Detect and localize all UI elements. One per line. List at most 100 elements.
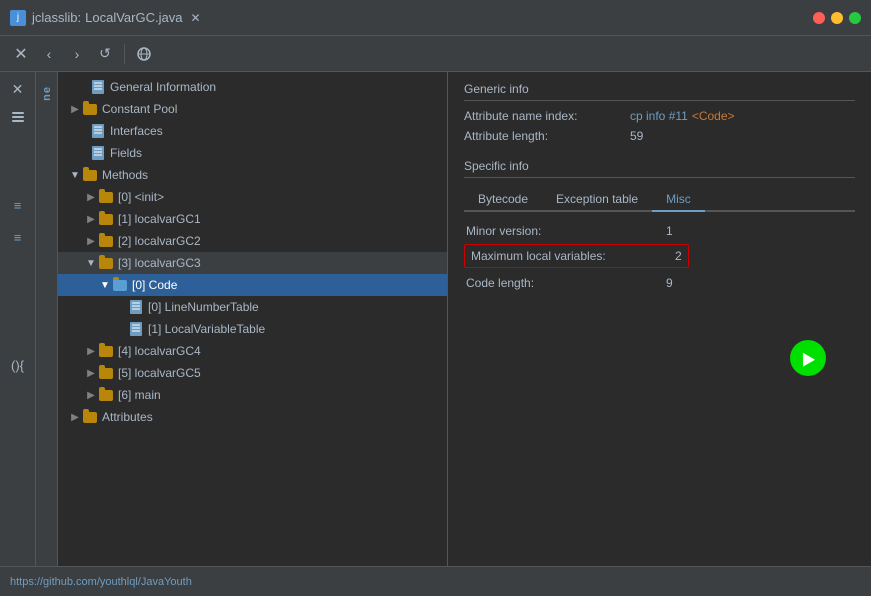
tree-icon-interfaces	[90, 124, 106, 138]
tree-icon-localvarGC1	[98, 212, 114, 226]
tree-label-attributes: Attributes	[102, 410, 153, 424]
cp-info-link[interactable]: cp info #11	[630, 109, 688, 123]
tree-arrow-localvarGC4: ▶	[84, 344, 98, 358]
tree-label-constant-pool: Constant Pool	[102, 102, 177, 116]
tree-icon-localvarGC2	[98, 234, 114, 248]
tree-item-localvarGC4[interactable]: ▶ [4] localvarGC4	[58, 340, 447, 362]
tree-item-localvarGC1[interactable]: ▶ [1] localvarGC1	[58, 208, 447, 230]
tree-item-general[interactable]: General Information	[58, 76, 447, 98]
code-length-label: Code length:	[466, 276, 666, 290]
tree-item-code[interactable]: ▼ [0] Code	[58, 274, 447, 296]
tree-arrow-general	[76, 80, 90, 94]
tree-label-fields: Fields	[110, 146, 142, 160]
attribute-length-value: 59	[630, 129, 643, 143]
attribute-name-label: Attribute name index:	[464, 109, 624, 123]
tree-label-localvarGC4: [4] localvarGC4	[118, 344, 201, 358]
tree-item-localvarGC3[interactable]: ▼ [3] localvarGC3	[58, 252, 447, 274]
tree-icon-general	[90, 80, 106, 94]
strip-lines-button[interactable]	[5, 104, 31, 130]
status-bar: https://github.com/youthlql/JavaYouth	[0, 566, 871, 596]
tree-icon-localvarGC4	[98, 344, 114, 358]
tree-label-methods: Methods	[102, 168, 148, 182]
window-close-btn[interactable]	[813, 12, 825, 24]
tab-misc[interactable]: Misc	[652, 188, 705, 212]
window-minimize-btn[interactable]	[831, 12, 843, 24]
code-length-row: Code length: 9	[464, 272, 855, 294]
right-panel: Generic info Attribute name index: cp in…	[448, 72, 871, 566]
tree-item-main[interactable]: ▶ [6] main	[58, 384, 447, 406]
attribute-length-row: Attribute length: 59	[464, 129, 855, 143]
app-name: jclasslib:	[32, 10, 81, 25]
tree-icon-fields	[90, 146, 106, 160]
tree-arrow-local-variable-table	[114, 322, 128, 336]
tree-icon-attributes	[82, 410, 98, 424]
tree-icon-methods	[82, 168, 98, 182]
tree-arrow-main: ▶	[84, 388, 98, 402]
tree-item-fields[interactable]: Fields	[58, 142, 447, 164]
tab-close-icon[interactable]: ✕	[190, 11, 200, 25]
strip-close-button[interactable]: ✕	[5, 76, 31, 102]
max-local-vars-label: Maximum local variables:	[471, 249, 671, 263]
minor-version-label: Minor version:	[466, 224, 666, 238]
tree-label-general: General Information	[110, 80, 216, 94]
tab-exception-table[interactable]: Exception table	[542, 188, 652, 212]
strip-bracket-button[interactable]: (){	[5, 352, 31, 378]
minor-version-row: Minor version: 1	[464, 220, 855, 242]
tree-item-init[interactable]: ▶ [0] <init>	[58, 186, 447, 208]
attribute-name-value: <Code>	[692, 109, 735, 123]
generic-info-title: Generic info	[464, 82, 855, 101]
strip-equals-button[interactable]: ≡	[5, 192, 31, 218]
tree-label-line-number-table: [0] LineNumberTable	[148, 300, 259, 314]
sidebar-accent: ne	[36, 72, 58, 566]
tree-arrow-localvarGC2: ▶	[84, 234, 98, 248]
tree-item-local-variable-table[interactable]: [1] LocalVariableTable	[58, 318, 447, 340]
tree-arrow-localvarGC1: ▶	[84, 212, 98, 226]
tree-label-interfaces: Interfaces	[110, 124, 163, 138]
tree-label-localvarGC2: [2] localvarGC2	[118, 234, 201, 248]
tree-item-localvarGC2[interactable]: ▶ [2] localvarGC2	[58, 230, 447, 252]
window-maximize-btn[interactable]	[849, 12, 861, 24]
tree-icon-local-variable-table	[128, 322, 144, 336]
tab-bytecode[interactable]: Bytecode	[464, 188, 542, 212]
tree-arrow-localvarGC3: ▼	[84, 256, 98, 270]
left-strip: ✕ ≡ ≡ (){	[0, 72, 36, 566]
tree-label-localvarGC3: [3] localvarGC3	[118, 256, 201, 270]
tree-item-methods[interactable]: ▼ Methods	[58, 164, 447, 186]
tree-item-constant-pool[interactable]: ▶ Constant Pool	[58, 98, 447, 120]
toolbar-globe-button[interactable]	[131, 41, 157, 67]
code-length-value: 9	[666, 276, 673, 290]
attribute-length-label: Attribute length:	[464, 129, 624, 143]
tree-item-localvarGC5[interactable]: ▶ [5] localvarGC5	[58, 362, 447, 384]
tree-icon-constant-pool	[82, 102, 98, 116]
tree-icon-localvarGC5	[98, 366, 114, 380]
max-local-vars-highlighted: Maximum local variables: 2	[464, 244, 689, 268]
specific-info-title: Specific info	[464, 159, 855, 178]
tabs-row: Bytecode Exception table Misc	[464, 188, 855, 212]
tree-label-init: [0] <init>	[118, 190, 164, 204]
tree-label-localvarGC5: [5] localvarGC5	[118, 366, 201, 380]
tree-icon-code	[112, 278, 128, 292]
toolbar-back-button[interactable]: ‹	[36, 41, 62, 67]
tree-arrow-interfaces	[76, 124, 90, 138]
file-name: LocalVarGC.java	[85, 10, 182, 25]
tree-label-local-variable-table: [1] LocalVariableTable	[148, 322, 265, 336]
tree-panel[interactable]: General Information ▶ Constant Pool Inte…	[58, 72, 448, 566]
tree-icon-line-number-table	[128, 300, 144, 314]
tree-item-line-number-table[interactable]: [0] LineNumberTable	[58, 296, 447, 318]
minor-version-value: 1	[666, 224, 673, 238]
tree-arrow-code: ▼	[98, 278, 112, 292]
toolbar-forward-button[interactable]: ›	[64, 41, 90, 67]
max-local-vars-value: 2	[675, 249, 682, 263]
attribute-name-row: Attribute name index: cp info #11 <Code>	[464, 109, 855, 123]
strip-equals2-button[interactable]: ≡	[5, 224, 31, 250]
status-url: https://github.com/youthlql/JavaYouth	[10, 576, 192, 588]
tree-icon-main	[98, 388, 114, 402]
toolbar-refresh-button[interactable]: ↺	[92, 41, 118, 67]
tree-item-interfaces[interactable]: Interfaces	[58, 120, 447, 142]
tree-item-attributes[interactable]: ▶ Attributes	[58, 406, 447, 428]
toolbar-close-button[interactable]: ✕	[8, 41, 34, 67]
main-layout: ✕ ≡ ≡ (){ ne General Informati	[0, 72, 871, 566]
toolbar-separator	[124, 44, 125, 64]
tree-icon-localvarGC3	[98, 256, 114, 270]
title-bar: j jclasslib: LocalVarGC.java ✕	[0, 0, 871, 36]
